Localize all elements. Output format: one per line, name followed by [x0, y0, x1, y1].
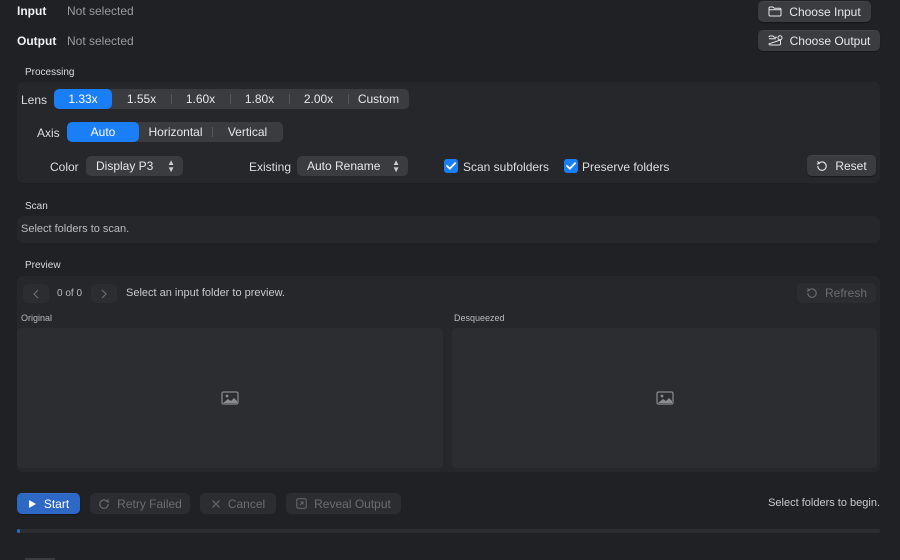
choose-output-button[interactable]: Choose Output [758, 30, 880, 51]
choose-output-label: Choose Output [789, 33, 871, 48]
color-popup-value: Display P3 [96, 159, 154, 173]
results-section-title-clipped [25, 553, 65, 560]
lens-option-1-33x[interactable]: 1.33x [54, 89, 112, 109]
previous-button[interactable] [23, 284, 49, 303]
scan-subfolders-checkbox[interactable] [444, 159, 458, 173]
start-button[interactable]: Start [17, 493, 80, 514]
chevron-up-down-icon: ▲ ▼ [392, 158, 400, 174]
color-popup[interactable]: Display P3 ▲ ▼ [86, 156, 183, 176]
desqueezed-image-area [452, 328, 877, 468]
start-label: Start [43, 496, 70, 511]
lens-segmented-control[interactable]: 1.33x 1.55x 1.60x 1.80x 2.00x Custom [54, 89, 409, 109]
original-label: Original [21, 313, 53, 323]
desqueezed-label: Desqueezed [454, 313, 505, 323]
choose-input-label: Choose Input [789, 4, 861, 19]
output-path-value: Not selected [67, 34, 134, 48]
chevron-up-down-icon: ▲ ▼ [167, 158, 175, 174]
input-path-value: Not selected [67, 4, 134, 18]
reset-arrow-icon [816, 160, 828, 172]
preserve-folders-label[interactable]: Preserve folders [582, 160, 669, 174]
progress-fill [17, 529, 20, 533]
preview-counter: 0 of 0 [57, 288, 83, 299]
existing-popup-value: Auto Rename [307, 159, 381, 173]
existing-popup[interactable]: Auto Rename ▲ ▼ [297, 156, 408, 176]
refresh-button[interactable]: Refresh [797, 283, 876, 303]
lens-option-1-80x[interactable]: 1.80x [230, 89, 289, 109]
folder-badge-icon [768, 35, 783, 46]
lens-option-custom[interactable]: Custom [348, 89, 409, 109]
close-icon [211, 499, 220, 508]
reset-label: Reset [835, 158, 867, 173]
retry-failed-button[interactable]: Retry Failed [90, 493, 190, 514]
lens-option-2-00x[interactable]: 2.00x [289, 89, 348, 109]
next-button[interactable] [91, 284, 117, 303]
status-message: Select folders to begin. [768, 497, 880, 509]
lens-option-1-55x[interactable]: 1.55x [112, 89, 171, 109]
reveal-output-label: Reveal Output [314, 496, 391, 511]
axis-option-auto[interactable]: Auto [67, 122, 139, 142]
arrow-up-right-square-icon [296, 498, 307, 509]
processing-section-title: Processing [25, 67, 75, 78]
cancel-button[interactable]: Cancel [200, 493, 276, 514]
lens-option-1-60x[interactable]: 1.60x [171, 89, 230, 109]
photo-icon [221, 391, 239, 405]
refresh-icon [806, 287, 818, 299]
preview-message: Select an input folder to preview. [126, 287, 285, 299]
choose-input-button[interactable]: Choose Input [758, 1, 871, 22]
chevron-left-icon [33, 289, 39, 298]
axis-label: Axis [37, 126, 60, 140]
chevron-right-icon [101, 289, 107, 298]
photo-icon [655, 391, 674, 405]
cancel-label: Cancel [227, 496, 266, 511]
refresh-label: Refresh [824, 286, 868, 300]
reset-button[interactable]: Reset [807, 155, 876, 176]
reveal-output-button[interactable]: Reveal Output [286, 493, 401, 514]
axis-option-vertical[interactable]: Vertical [212, 122, 283, 142]
scan-panel [17, 216, 880, 243]
progress-track [17, 529, 880, 533]
play-icon [28, 499, 36, 508]
preserve-folders-checkbox[interactable] [564, 159, 578, 173]
color-label: Color [50, 160, 79, 174]
original-image-area [17, 328, 443, 468]
retry-failed-label: Retry Failed [117, 496, 182, 511]
axis-segmented-control[interactable]: Auto Horizontal Vertical [67, 122, 283, 142]
existing-label: Existing [249, 160, 292, 174]
scan-message: Select folders to scan. [21, 223, 130, 235]
folder-icon [768, 6, 782, 17]
checkmark-icon [566, 162, 576, 170]
preview-section-title: Preview [25, 260, 61, 271]
retry-icon [99, 498, 110, 509]
axis-option-horizontal[interactable]: Horizontal [139, 122, 212, 142]
output-label: Output [17, 34, 57, 48]
scan-subfolders-label[interactable]: Scan subfolders [463, 160, 549, 174]
lens-label: Lens [21, 93, 48, 107]
checkmark-icon [446, 162, 456, 170]
scan-section-title: Scan [25, 201, 48, 212]
input-label: Input [17, 4, 47, 18]
